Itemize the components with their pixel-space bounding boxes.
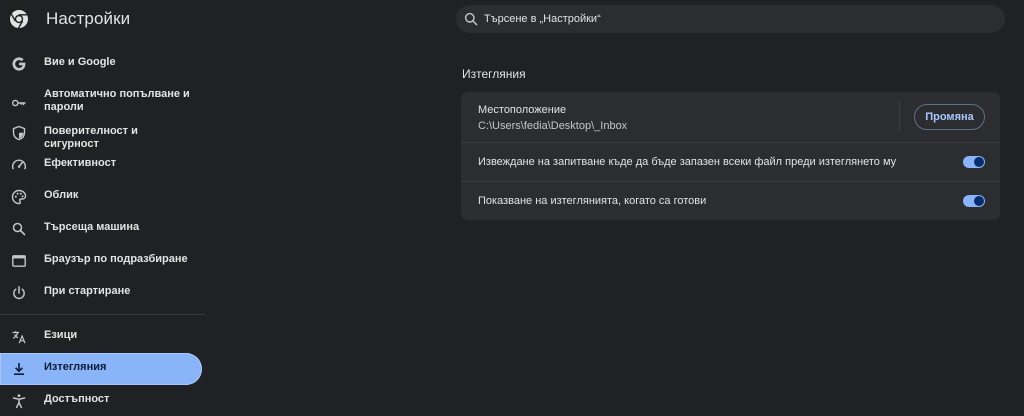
change-location-button[interactable]: Промяна — [914, 104, 985, 130]
shield-icon — [12, 125, 26, 141]
ask-where-to-save-row[interactable]: Извеждане на запитване къде да бъде запа… — [461, 143, 1000, 181]
toggle-knob — [974, 196, 984, 206]
vertical-divider — [899, 100, 900, 132]
show-downloads-row[interactable]: Показване на изтеглянията, когато са гот… — [461, 182, 1000, 220]
sidebar-item-downloads[interactable]: Изтегляния — [0, 353, 202, 385]
palette-icon — [11, 189, 27, 205]
settings-window: Настройки Вие и Google Автоматично попъл… — [0, 0, 1024, 416]
sidebar-item-label: Автоматично попълване и пароли — [44, 88, 190, 113]
sidebar-item-label: При стартиране — [44, 285, 131, 297]
sidebar-item-languages[interactable]: Езици — [0, 321, 202, 353]
sidebar-item-label: Изтегляния — [44, 361, 107, 373]
search-icon — [464, 12, 478, 26]
sidebar-item-on-startup[interactable]: При стартиране — [0, 277, 202, 309]
google-g-icon — [12, 57, 26, 71]
sidebar-item-accessibility[interactable]: Достъпност — [0, 385, 202, 416]
sidebar-item-performance[interactable]: Ефективност — [0, 149, 202, 181]
download-icon — [14, 363, 24, 375]
sidebar-item-autofill[interactable]: Автоматично попълване и пароли — [0, 85, 202, 121]
sidebar-item-label: Браузър по подразбиране — [44, 253, 188, 265]
sidebar-item-label: Вие и Google — [44, 56, 116, 68]
sidebar-divider — [0, 314, 205, 315]
key-icon — [12, 99, 26, 107]
accessibility-icon — [12, 394, 26, 409]
section-title: Изтегляния — [462, 67, 526, 81]
translate-icon — [12, 331, 26, 344]
ask-where-to-save-toggle[interactable] — [963, 156, 985, 168]
sidebar-item-label: Търсеща машина — [44, 221, 140, 233]
sidebar-item-label: Поверителност и сигурност — [44, 125, 138, 150]
power-icon — [13, 286, 25, 300]
location-row: Местоположение C:\Users\fedia\Desktop\_I… — [461, 92, 1000, 142]
sidebar-item-label: Достъпност — [44, 393, 110, 405]
search-input[interactable] — [484, 5, 984, 33]
show-downloads-toggle[interactable] — [963, 195, 985, 207]
downloads-card: Местоположение C:\Users\fedia\Desktop\_I… — [461, 92, 1000, 220]
ask-where-to-save-label: Извеждане на запитване къде да бъде запа… — [478, 156, 897, 168]
page-title: Настройки — [46, 9, 131, 28]
sidebar-item-label: Облик — [44, 189, 79, 201]
speedometer-icon — [12, 159, 26, 170]
chrome-logo-icon — [10, 10, 28, 29]
header: Настройки — [0, 0, 1024, 40]
sidebar-item-label: Ефективност — [44, 157, 117, 169]
sidebar-item-appearance[interactable]: Облик — [0, 181, 202, 213]
browser-window-icon — [12, 255, 26, 267]
toggle-knob — [974, 157, 984, 167]
sidebar-item-search-engine[interactable]: Търсеща машина — [0, 213, 202, 245]
sidebar-item-label: Езици — [44, 329, 78, 341]
sidebar-item-privacy[interactable]: Поверителност и сигурност — [0, 117, 202, 150]
sidebar-item-default-browser[interactable]: Браузър по подразбиране — [0, 245, 202, 277]
sidebar-item-you-and-google[interactable]: Вие и Google — [0, 48, 202, 80]
location-path: C:\Users\fedia\Desktop\_Inbox — [478, 120, 628, 132]
location-label: Местоположение — [478, 104, 567, 116]
search-icon — [12, 222, 26, 236]
search-box[interactable] — [456, 5, 1005, 33]
show-downloads-label: Показване на изтеглянията, когато са гот… — [478, 195, 707, 207]
